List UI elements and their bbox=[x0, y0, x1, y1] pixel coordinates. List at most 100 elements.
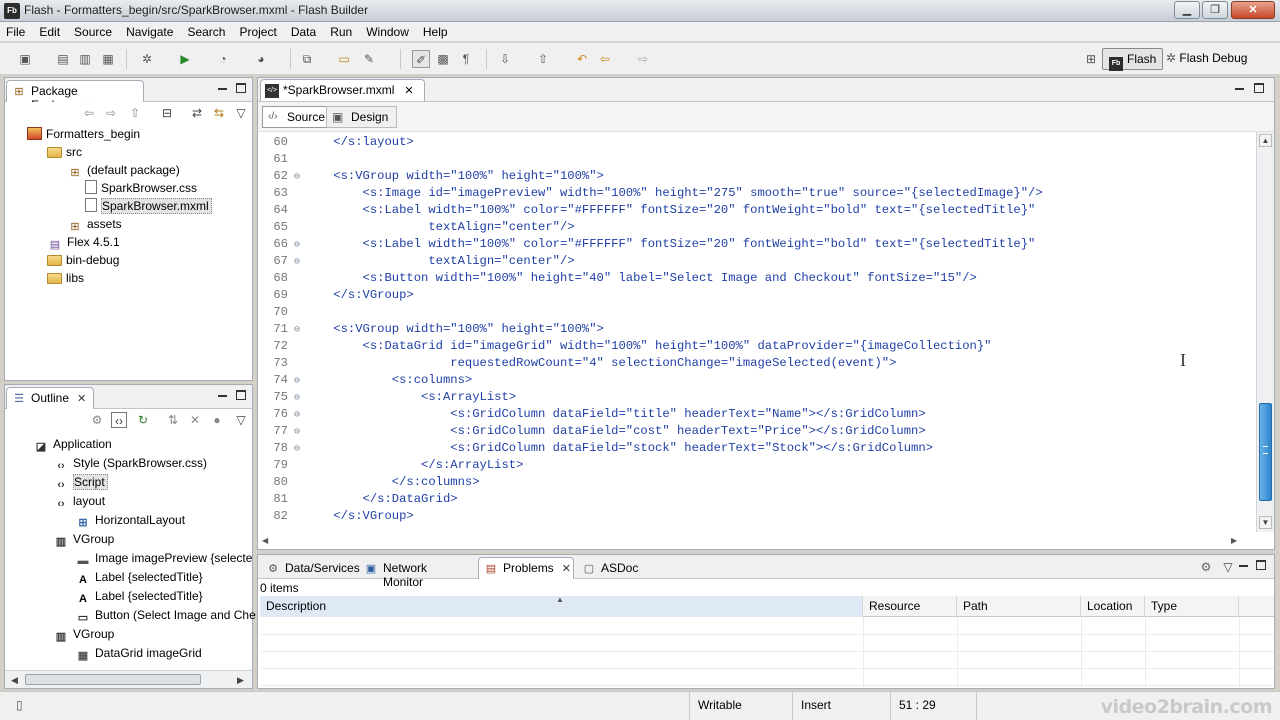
tree-item-3[interactable]: SparkBrowser.css bbox=[85, 179, 197, 197]
fold-icon[interactable] bbox=[294, 356, 304, 373]
fold-icon[interactable] bbox=[294, 339, 304, 356]
scroll-thumb[interactable] bbox=[1259, 403, 1272, 501]
tab-problems[interactable]: ▤ Problems ✕ bbox=[478, 557, 574, 579]
editor-vertical-scrollbar[interactable]: ▲ ▼ bbox=[1256, 132, 1274, 532]
tab-package-explorer[interactable]: ⊞Package Explorer✕ bbox=[6, 80, 144, 112]
maximize-icon[interactable] bbox=[1254, 83, 1264, 93]
close-button[interactable]: ✕ bbox=[1231, 1, 1275, 19]
debug-icon[interactable]: ✲ bbox=[138, 50, 156, 68]
outline-item-8[interactable]: A Label {selectedTitle} bbox=[75, 587, 203, 605]
tree-item-0[interactable]: Formatters_begin bbox=[27, 125, 140, 143]
scroll-down-icon[interactable]: ▼ bbox=[1259, 516, 1272, 529]
minimize-icon[interactable] bbox=[217, 390, 229, 402]
code-editor[interactable]: 60 </s:layout> 61 62 ⊖ <s:VGroup width="10… bbox=[258, 134, 1246, 534]
view-menu-icon[interactable]: ▽ bbox=[233, 105, 249, 121]
tab-outline[interactable]: ☰ Outline ✕ bbox=[6, 387, 94, 409]
outline-item-3[interactable]: ‹› layout bbox=[53, 492, 105, 510]
scroll-right-icon[interactable]: ▶ bbox=[237, 675, 244, 686]
filter-icon[interactable]: ⚙ bbox=[89, 412, 105, 428]
tree-item-6[interactable]: ▤ Flex 4.5.1 bbox=[47, 233, 120, 251]
maximize-icon[interactable] bbox=[236, 83, 246, 93]
fold-icon[interactable]: ⊖ bbox=[294, 237, 304, 254]
up-icon[interactable]: ⇧ bbox=[127, 105, 143, 121]
close-tab-icon[interactable]: ✕ bbox=[77, 393, 86, 405]
menu-project[interactable]: Project bbox=[232, 22, 283, 39]
maximize-icon[interactable] bbox=[1256, 560, 1266, 570]
column-type[interactable]: Type bbox=[1145, 596, 1239, 617]
source-mode-button[interactable]: ‹/› Source bbox=[262, 106, 335, 128]
minimize-icon[interactable] bbox=[1238, 560, 1250, 572]
scroll-right-icon[interactable]: ▶ bbox=[1231, 536, 1237, 545]
profile-icon[interactable]: ◔ bbox=[214, 50, 232, 68]
fold-icon[interactable]: ⊖ bbox=[294, 390, 304, 407]
minimize-button[interactable]: ▁ bbox=[1174, 1, 1200, 19]
outline-item-9[interactable]: ▭ Button (Select Image and Che bbox=[75, 606, 256, 624]
sort-icon[interactable]: ⇅ bbox=[165, 412, 181, 428]
run-icon[interactable]: ▶ bbox=[176, 50, 194, 68]
hide-fields-icon[interactable]: ✕ bbox=[187, 412, 203, 428]
forward-icon[interactable]: ⇨ bbox=[634, 50, 652, 68]
link-with-editor-icon[interactable]: ⇄ bbox=[189, 105, 205, 121]
view-menu-icon[interactable]: ▽ bbox=[233, 412, 249, 428]
refresh-icon[interactable]: ↻ bbox=[135, 412, 151, 428]
menu-edit[interactable]: Edit bbox=[32, 22, 67, 39]
build-icon[interactable]: ⧉ bbox=[298, 50, 316, 68]
outline-item-10[interactable]: ▥ VGroup bbox=[53, 625, 115, 643]
tab-sparkbrowser-mxml[interactable]: </> *SparkBrowser.mxml ✕ bbox=[260, 79, 425, 101]
export-release-icon[interactable]: ◕ bbox=[252, 50, 270, 68]
column-resource[interactable]: Resource bbox=[863, 596, 957, 617]
outline-item-6[interactable]: ▬ Image imagePreview {selecte bbox=[75, 549, 253, 567]
sync-icon[interactable]: ⇆ bbox=[211, 105, 227, 121]
fold-icon[interactable] bbox=[294, 203, 304, 220]
save-icon[interactable]: ▤ bbox=[54, 50, 72, 68]
show-code-icon[interactable]: ‹› bbox=[111, 412, 127, 428]
open-perspective-icon[interactable]: ⊞ bbox=[1082, 50, 1100, 68]
open-folder-icon[interactable]: ▭ bbox=[335, 50, 353, 68]
close-tab-icon[interactable]: ✕ bbox=[562, 563, 571, 575]
outline-item-7[interactable]: A Label {selectedTitle} bbox=[75, 568, 203, 586]
tab-data-services[interactable]: ⚙ Data/Services bbox=[260, 557, 360, 579]
fold-icon[interactable] bbox=[294, 492, 304, 509]
fold-icon[interactable]: ⊖ bbox=[294, 254, 304, 271]
menu-help[interactable]: Help bbox=[416, 22, 455, 39]
outline-item-4[interactable]: ⊞ HorizontalLayout bbox=[75, 511, 185, 529]
menu-search[interactable]: Search bbox=[180, 22, 232, 39]
menu-source[interactable]: Source bbox=[67, 22, 119, 39]
view-menu-icon[interactable]: ▽ bbox=[1220, 559, 1236, 575]
fold-icon[interactable]: ⊖ bbox=[294, 407, 304, 424]
fold-icon[interactable]: ⊖ bbox=[294, 441, 304, 458]
back-icon[interactable]: ⇦ bbox=[81, 105, 97, 121]
column-description[interactable]: Description ▲ bbox=[260, 595, 863, 617]
last-edit-icon[interactable]: ↶ bbox=[573, 50, 591, 68]
column-location[interactable]: Location bbox=[1081, 596, 1145, 617]
outline-item-5[interactable]: ▥ VGroup bbox=[53, 530, 115, 548]
maximize-icon[interactable] bbox=[236, 390, 246, 400]
fold-icon[interactable] bbox=[294, 271, 304, 288]
tree-item-4[interactable]: SparkBrowser.mxml bbox=[85, 197, 212, 215]
menu-window[interactable]: Window bbox=[359, 22, 416, 39]
outline-item-0[interactable]: ◪ Application bbox=[33, 435, 112, 453]
menu-file[interactable]: File bbox=[0, 22, 32, 39]
tree-item-8[interactable]: libs bbox=[47, 269, 84, 287]
fast-view-icon[interactable]: ▯ bbox=[16, 698, 23, 712]
hide-static-icon[interactable]: ● bbox=[209, 412, 225, 428]
fold-icon[interactable] bbox=[294, 152, 304, 169]
print-icon[interactable]: ▦ bbox=[99, 50, 117, 68]
tree-item-5[interactable]: ⊞ assets bbox=[67, 215, 121, 233]
flash-debug-perspective-button[interactable]: ✲ Flash Debug bbox=[1160, 48, 1253, 70]
fold-icon[interactable] bbox=[294, 305, 304, 322]
fold-icon[interactable] bbox=[294, 509, 304, 526]
fold-icon[interactable] bbox=[294, 220, 304, 237]
editor-horizontal-scrollbar[interactable]: ◀ ▶ bbox=[258, 535, 1258, 549]
tab-asdoc[interactable]: ▢ ASDoc bbox=[576, 557, 646, 579]
forward-icon[interactable]: ⇨ bbox=[103, 105, 119, 121]
minimize-icon[interactable] bbox=[217, 83, 229, 95]
new-icon[interactable]: ▣ bbox=[16, 50, 34, 68]
menu-navigate[interactable]: Navigate bbox=[119, 22, 180, 39]
fold-icon[interactable]: ⊖ bbox=[294, 169, 304, 186]
fold-icon[interactable] bbox=[294, 288, 304, 305]
fold-icon[interactable] bbox=[294, 458, 304, 475]
close-tab-icon[interactable]: ✕ bbox=[404, 85, 413, 97]
minimize-icon[interactable] bbox=[1234, 83, 1246, 95]
column-path[interactable]: Path bbox=[957, 596, 1081, 617]
